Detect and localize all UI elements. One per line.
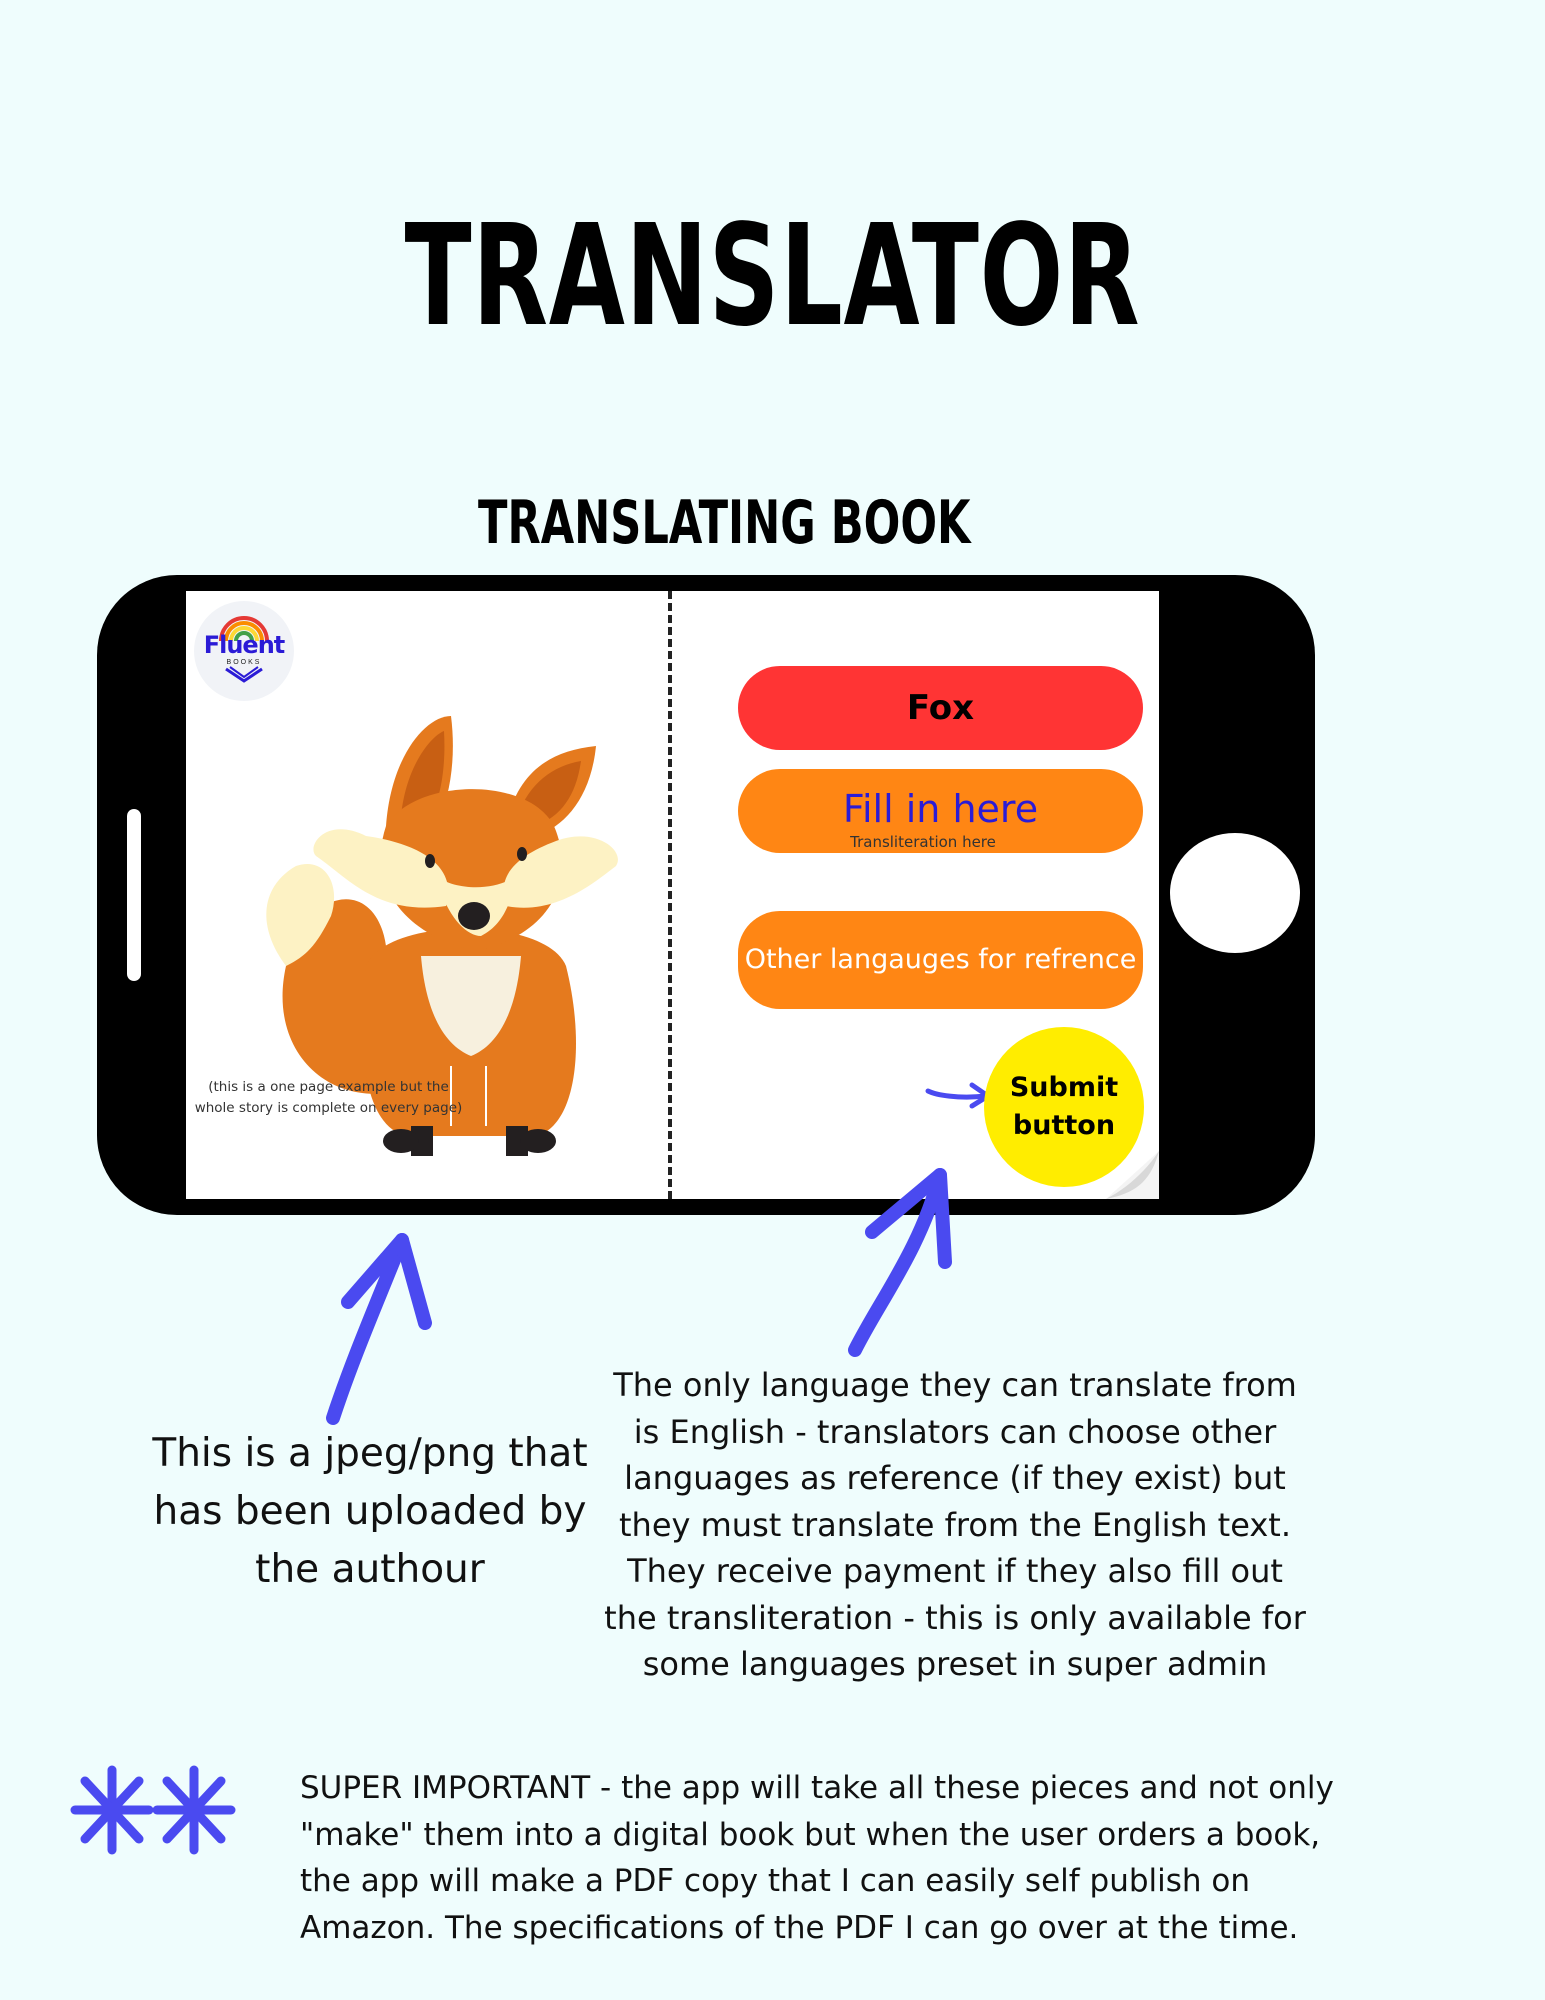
note-line: Amazon. The specifications of the PDF I … bbox=[300, 1909, 1299, 1946]
caption-line: The only language they can translate fro… bbox=[613, 1366, 1297, 1404]
annotation-arrows bbox=[326, 1168, 952, 1425]
super-important-note: SUPER IMPORTANT - the app will take all … bbox=[300, 1765, 1334, 1951]
caption-line: is English - translators can choose othe… bbox=[633, 1412, 1277, 1451]
note-line: "make" them into a digital book but when… bbox=[300, 1816, 1321, 1853]
arrow-icon bbox=[848, 1168, 952, 1357]
translation-rules-caption: The only language they can translate fro… bbox=[580, 1362, 1330, 1688]
caption-line: This is a jpeg/png that bbox=[152, 1431, 588, 1476]
caption-line: the transliteration - this is only avail… bbox=[604, 1598, 1306, 1637]
asterisk-icon bbox=[70, 1765, 236, 1855]
caption-line: languages as reference (if they exist) b… bbox=[624, 1459, 1286, 1497]
caption-line: the authour bbox=[255, 1547, 485, 1592]
arrow-icon bbox=[326, 1233, 432, 1425]
caption-line: They receive payment if they also fill o… bbox=[627, 1552, 1283, 1590]
caption-line: has been uploaded by bbox=[153, 1489, 587, 1534]
image-upload-caption: This is a jpeg/png that has been uploade… bbox=[120, 1425, 620, 1599]
caption-line: some languages preset in super admin bbox=[642, 1645, 1268, 1683]
note-line: the app will make a PDF copy that I can … bbox=[300, 1863, 1251, 1899]
caption-line: they must translate from the English tex… bbox=[618, 1505, 1291, 1544]
note-line: SUPER IMPORTANT - the app will take all … bbox=[300, 1770, 1334, 1806]
